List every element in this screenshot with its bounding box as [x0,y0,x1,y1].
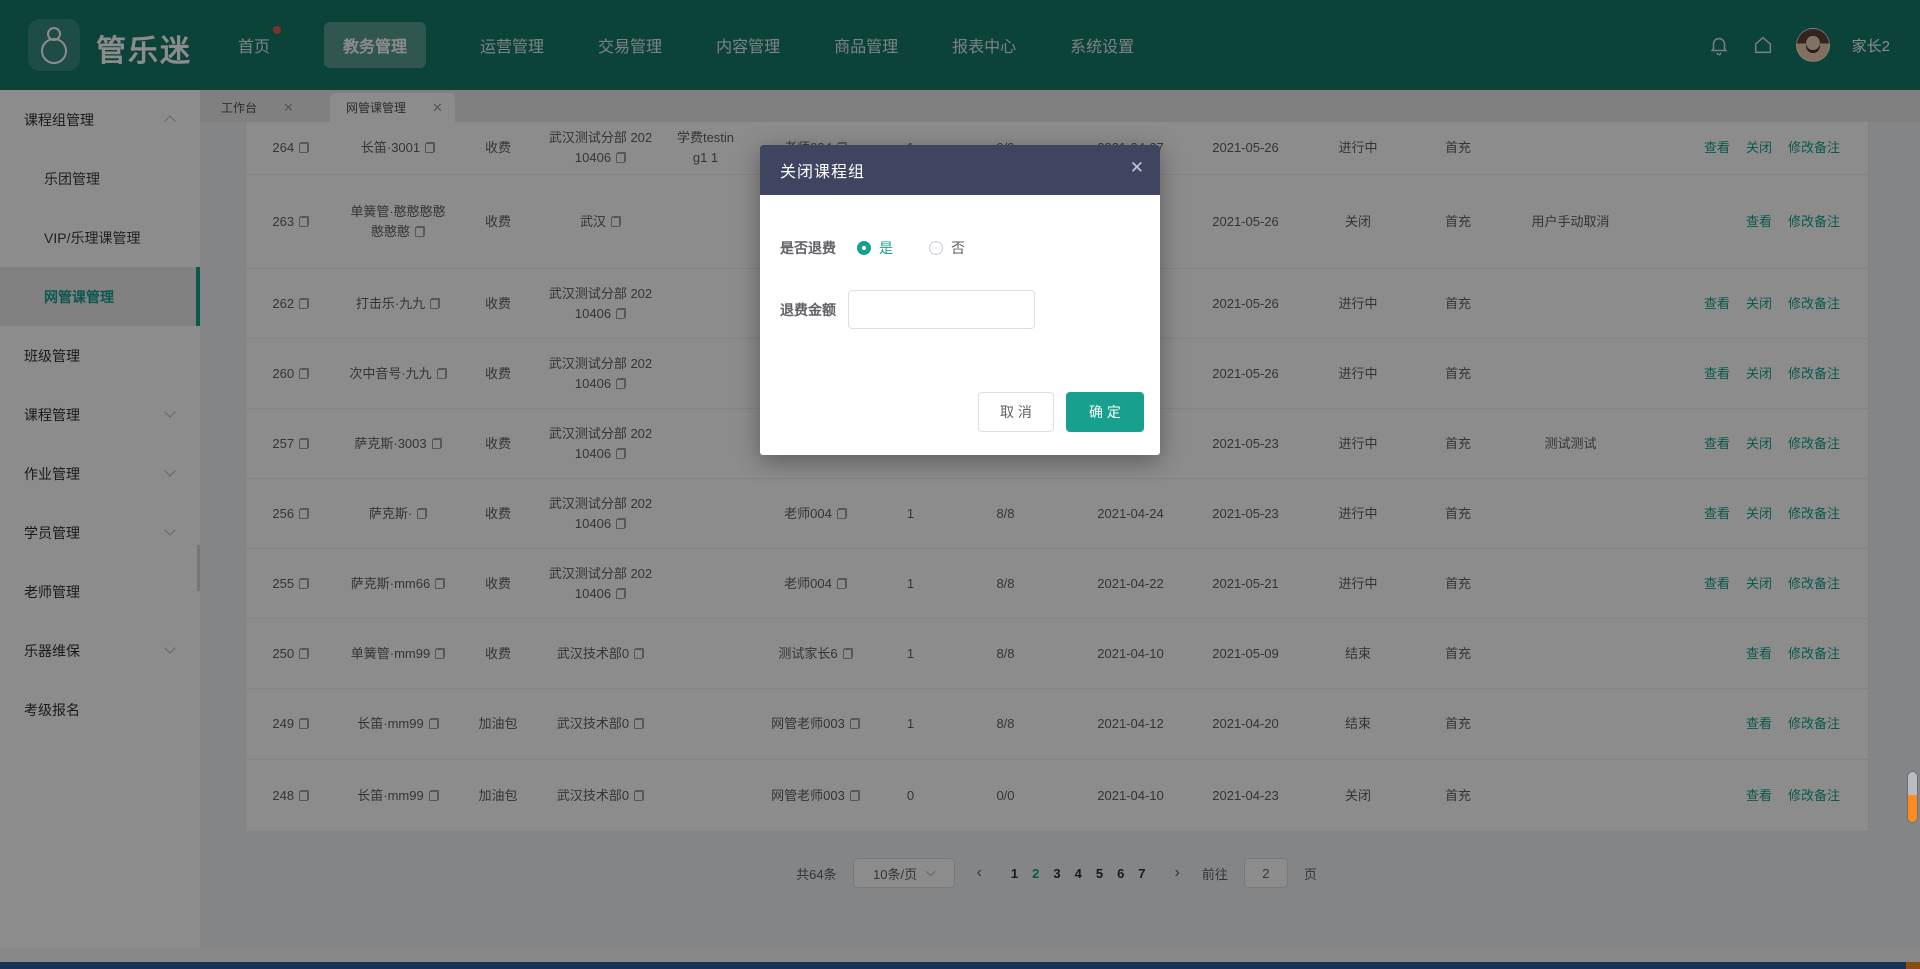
dialog-header: 关闭课程组 [760,145,1160,195]
cancel-button[interactable]: 取 消 [978,392,1054,432]
vertical-scroll-indicator[interactable] [1907,771,1918,823]
dialog-title: 关闭课程组 [780,158,865,182]
confirm-button[interactable]: 确 定 [1066,392,1144,432]
close-course-group-dialog: 关闭课程组 ✕ 是否退费 是 否 退费金额 取 消 确 定 [760,145,1160,455]
radio-yes-label[interactable]: 是 [879,238,893,258]
amount-label: 退费金额 [780,300,836,320]
close-icon[interactable]: ✕ [1130,158,1144,178]
radio-no-label[interactable]: 否 [951,238,965,258]
refund-radio-row: 是否退费 是 否 [780,231,965,265]
scroll-progress-fill [1908,795,1917,823]
refund-amount-input[interactable] [848,290,1035,329]
amount-row: 退费金额 [780,293,836,327]
radio-refund-yes[interactable] [857,241,871,255]
radio-refund-no[interactable] [929,241,943,255]
refund-label: 是否退费 [780,238,836,258]
